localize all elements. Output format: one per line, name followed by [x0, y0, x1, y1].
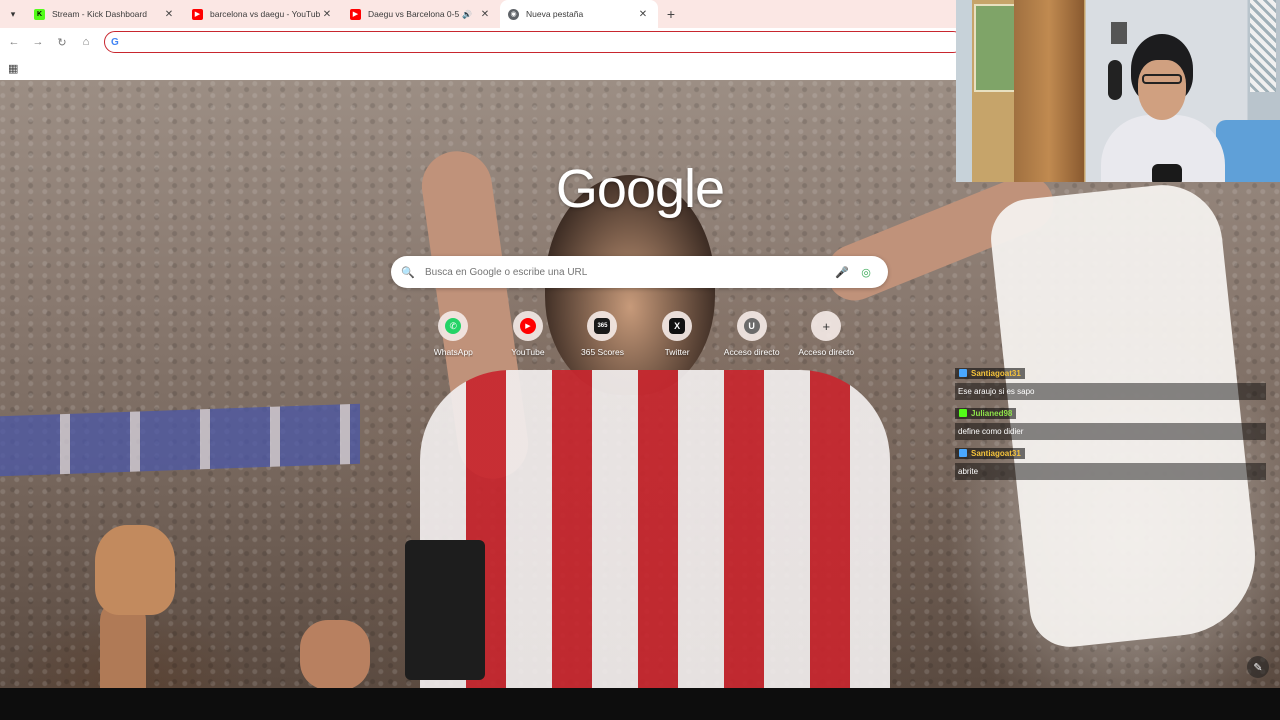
youtube-icon: ▶	[350, 8, 361, 20]
microphone	[1152, 164, 1182, 182]
shortcut-label: Acceso directo	[798, 347, 855, 357]
wardrobe-door	[1014, 0, 1084, 182]
chat-username: Santiagoat31	[955, 367, 1025, 379]
fan-hand	[300, 620, 370, 688]
close-icon[interactable]: ✕	[478, 9, 492, 20]
omnibox[interactable]: G	[104, 31, 964, 53]
tab-kick-dashboard[interactable]: K Stream - Kick Dashboard ✕	[26, 0, 184, 28]
shortcut-whatsapp[interactable]: ✆ WhatsApp	[416, 311, 491, 357]
tab-new-tab[interactable]: ◉ Nueva pestaña ✕	[500, 0, 658, 28]
speaker-icon[interactable]: 🔊	[462, 10, 472, 19]
youtube-icon: ▶	[519, 318, 536, 334]
tab-title: Stream - Kick Dashboard	[52, 9, 147, 19]
chat-username-text: Santiagoat31	[971, 448, 1021, 458]
shortcut-tile: X	[662, 311, 693, 341]
shortcut-youtube[interactable]: ▶ YouTube	[491, 311, 566, 357]
letter-u-icon: U	[743, 318, 760, 334]
shortcut-tile: 365	[587, 311, 618, 341]
home-icon[interactable]: ⌂	[74, 36, 98, 48]
badge-icon	[959, 409, 967, 417]
whatsapp-icon: ✆	[445, 318, 462, 334]
plus-icon: +	[822, 318, 831, 334]
google-g-icon: G	[111, 36, 119, 48]
forward-arrow-icon[interactable]: →	[26, 36, 50, 48]
streamer	[1096, 30, 1226, 182]
shortcut-add[interactable]: + Acceso directo	[789, 311, 864, 357]
ntp-search-box[interactable]: 🔍 🎤 ◎	[391, 256, 888, 288]
shortcut-tile: U	[736, 311, 767, 341]
search-icon: 🔍	[401, 266, 415, 279]
chat-text: Ese araujo si es sapo	[955, 383, 1266, 400]
customize-pencil-icon[interactable]: ✎	[1247, 656, 1269, 678]
close-icon[interactable]: ✕	[162, 9, 176, 20]
player-jersey	[420, 370, 890, 688]
bookmarks-bar: ▦	[0, 56, 956, 80]
browser-toolbar: ← → ↻ ⌂ G	[0, 28, 964, 56]
stadium-banner	[0, 403, 360, 477]
tab-search-chevron-down-icon[interactable]: ▾	[0, 0, 26, 28]
close-icon[interactable]: ✕	[320, 9, 334, 20]
x-icon: X	[669, 318, 686, 334]
reload-icon[interactable]: ↻	[50, 36, 74, 49]
youtube-icon: ▶	[192, 8, 203, 20]
tab-youtube-search[interactable]: ▶ barcelona vs daegu - YouTube ✕	[184, 0, 342, 28]
google-logo: Google	[555, 159, 725, 219]
shortcut-label: 365 Scores	[580, 347, 624, 357]
close-icon[interactable]: ✕	[636, 9, 650, 20]
chat-text: abrite	[955, 463, 1266, 480]
fan-fist	[95, 525, 175, 615]
headphones-icon	[1108, 60, 1122, 100]
chat-text: define como didier	[955, 423, 1266, 440]
webcam-overlay	[956, 0, 1280, 182]
wall-poster	[974, 4, 1018, 92]
kick-icon: K	[34, 8, 45, 20]
shortcut-label: YouTube	[511, 347, 545, 357]
chat-message: Julianed98 define como didier	[955, 404, 1266, 440]
ntp-shortcuts: ✆ WhatsApp ▶ YouTube 365 365 Scores X Tw…	[416, 311, 864, 357]
omnibox-input[interactable]	[124, 36, 825, 48]
chat-username: Santiagoat31	[955, 447, 1025, 459]
shortcut-twitter[interactable]: X Twitter	[640, 311, 715, 357]
shortcut-tile: ▶	[512, 311, 543, 341]
tab-strip: ▾ K Stream - Kick Dashboard ✕ ▶ barcelon…	[0, 0, 956, 28]
shortcut-365-scores[interactable]: 365 365 Scores	[565, 311, 640, 357]
shortcut-acceso-directo[interactable]: U Acceso directo	[714, 311, 789, 357]
shortcut-tile: +	[811, 311, 842, 341]
new-tab-plus-icon[interactable]: +	[658, 6, 684, 22]
shortcut-label: Twitter	[664, 347, 690, 357]
chat-username-text: Julianed98	[971, 408, 1013, 418]
chat-message: Santiagoat31 Ese araujo si es sapo	[955, 364, 1266, 400]
tab-youtube-video[interactable]: ▶ Daegu vs Barcelona 0-5 - A 🔊 ✕	[342, 0, 500, 28]
google-lens-icon[interactable]: ◎	[854, 266, 878, 279]
microphone-icon[interactable]: 🎤	[830, 266, 854, 279]
chrome-icon: ◉	[508, 8, 519, 20]
window-grille	[1250, 0, 1276, 92]
bottom-black-bar	[0, 688, 1280, 720]
apps-grid-icon[interactable]: ▦	[8, 62, 18, 75]
chat-message: Santiagoat31 abrite	[955, 444, 1266, 480]
back-arrow-icon[interactable]: ←	[2, 36, 26, 48]
shortcut-label: WhatsApp	[433, 347, 473, 357]
camera	[405, 540, 485, 680]
tab-title: Nueva pestaña	[526, 9, 584, 19]
tab-title: Daegu vs Barcelona 0-5 - A	[368, 9, 463, 19]
365scores-icon: 365	[594, 318, 611, 334]
stream-chat-overlay: Santiagoat31 Ese araujo si es sapo Julia…	[955, 364, 1266, 484]
streamer-face	[1138, 60, 1186, 120]
chat-username: Julianed98	[955, 407, 1017, 419]
glasses-icon	[1142, 74, 1182, 84]
tab-title: barcelona vs daegu - YouTube	[210, 9, 320, 19]
shortcut-label: Acceso directo	[723, 347, 780, 357]
chat-username-text: Santiagoat31	[971, 368, 1021, 378]
search-input[interactable]	[425, 266, 830, 278]
badge-icon	[959, 369, 967, 377]
shortcut-tile: ✆	[438, 311, 469, 341]
badge-icon	[959, 449, 967, 457]
